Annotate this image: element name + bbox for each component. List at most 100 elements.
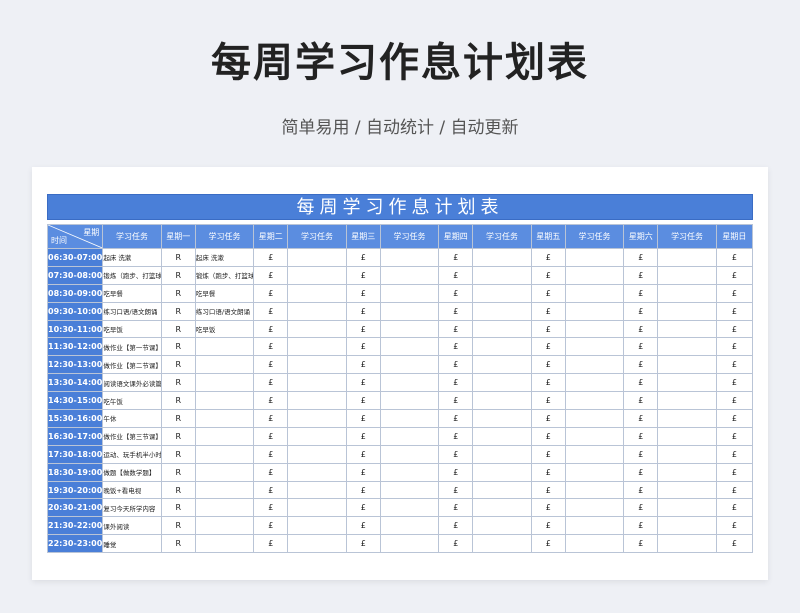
checkbox-mark-cell[interactable]: £ (623, 301, 659, 321)
checkbox-mark-cell[interactable]: £ (623, 265, 659, 285)
task-cell[interactable]: 吃早饭 (194, 319, 255, 339)
checkbox-mark-cell[interactable]: £ (715, 498, 754, 518)
checkbox-mark-cell[interactable]: £ (715, 355, 754, 375)
checkbox-mark-cell[interactable]: £ (715, 516, 754, 536)
task-cell[interactable] (472, 265, 532, 285)
task-cell[interactable] (472, 319, 532, 339)
checkbox-mark-cell[interactable]: £ (715, 283, 754, 303)
checkbox-mark-cell[interactable]: £ (715, 391, 754, 411)
checkbox-mark-cell[interactable]: £ (438, 319, 474, 339)
task-cell[interactable]: 做作业【第一节课】 (102, 337, 162, 357)
task-cell[interactable] (564, 462, 625, 482)
task-cell[interactable] (657, 355, 717, 375)
task-cell[interactable]: 做作业【第二节课】 (102, 355, 162, 375)
task-cell[interactable]: 做题【做数学题】 (102, 462, 162, 482)
task-cell[interactable]: 练习口语/语文朗诵 (102, 301, 162, 321)
task-cell[interactable]: 起床 洗漱 (194, 248, 255, 267)
task-cell[interactable] (657, 373, 717, 393)
task-cell[interactable] (472, 516, 532, 536)
checkbox-mark-cell[interactable]: £ (253, 426, 289, 446)
checkbox-mark-cell[interactable]: £ (715, 409, 754, 428)
task-cell[interactable] (379, 373, 440, 393)
task-cell[interactable] (379, 409, 440, 428)
task-cell[interactable] (287, 265, 347, 285)
checkbox-mark-cell[interactable]: £ (345, 248, 381, 267)
task-cell[interactable]: 运动、玩手机半小时 (102, 444, 162, 464)
checkbox-mark-cell[interactable]: £ (345, 462, 381, 482)
checkbox-mark-cell[interactable]: £ (438, 301, 474, 321)
task-cell[interactable] (564, 355, 625, 375)
task-cell[interactable]: 吃午饭 (102, 391, 162, 411)
checkbox-mark-cell[interactable]: £ (530, 337, 566, 357)
task-cell[interactable] (194, 534, 255, 554)
task-cell[interactable] (379, 498, 440, 518)
task-cell[interactable] (379, 516, 440, 536)
task-cell[interactable] (564, 301, 625, 321)
task-cell[interactable]: 吃早饭 (102, 319, 162, 339)
task-cell[interactable]: 练习口语/语文朗诵 (194, 301, 255, 321)
task-cell[interactable] (379, 248, 440, 267)
checkbox-mark-cell[interactable]: £ (715, 444, 754, 464)
task-cell[interactable] (657, 426, 717, 446)
checkbox-mark-cell[interactable]: £ (530, 480, 566, 500)
task-cell[interactable] (472, 444, 532, 464)
checkbox-mark-cell[interactable]: £ (530, 391, 566, 411)
task-cell[interactable]: 课外阅读 (102, 516, 162, 536)
task-cell[interactable] (657, 337, 717, 357)
checkbox-mark-cell[interactable]: £ (623, 319, 659, 339)
task-cell[interactable] (472, 337, 532, 357)
task-cell[interactable]: 阅读语文课外必读篇目 (102, 373, 162, 393)
task-cell[interactable] (564, 248, 625, 267)
checkbox-mark-cell[interactable]: £ (623, 534, 659, 554)
task-cell[interactable] (657, 462, 717, 482)
task-cell[interactable] (472, 462, 532, 482)
checkbox-mark-cell[interactable]: £ (623, 248, 659, 267)
checkbox-mark-cell[interactable]: R (160, 319, 196, 339)
task-cell[interactable] (287, 426, 347, 446)
task-cell[interactable] (657, 248, 717, 267)
task-cell[interactable] (472, 480, 532, 500)
checkbox-mark-cell[interactable]: £ (438, 534, 474, 554)
checkbox-mark-cell[interactable]: R (160, 301, 196, 321)
task-cell[interactable] (657, 319, 717, 339)
checkbox-mark-cell[interactable]: £ (438, 355, 474, 375)
task-cell[interactable] (657, 516, 717, 536)
checkbox-mark-cell[interactable]: £ (253, 301, 289, 321)
checkbox-mark-cell[interactable]: £ (345, 426, 381, 446)
checkbox-mark-cell[interactable]: £ (623, 355, 659, 375)
task-cell[interactable] (472, 373, 532, 393)
task-cell[interactable] (194, 426, 255, 446)
checkbox-mark-cell[interactable]: £ (253, 355, 289, 375)
checkbox-mark-cell[interactable]: £ (345, 409, 381, 428)
task-cell[interactable] (287, 534, 347, 554)
checkbox-mark-cell[interactable]: £ (345, 301, 381, 321)
checkbox-mark-cell[interactable]: £ (530, 409, 566, 428)
checkbox-mark-cell[interactable]: £ (345, 498, 381, 518)
checkbox-mark-cell[interactable]: £ (623, 480, 659, 500)
task-cell[interactable] (657, 265, 717, 285)
checkbox-mark-cell[interactable]: R (160, 265, 196, 285)
task-cell[interactable] (564, 480, 625, 500)
task-cell[interactable] (287, 498, 347, 518)
task-cell[interactable] (379, 319, 440, 339)
checkbox-mark-cell[interactable]: £ (253, 319, 289, 339)
task-cell[interactable] (379, 534, 440, 554)
checkbox-mark-cell[interactable]: £ (715, 426, 754, 446)
checkbox-mark-cell[interactable]: £ (530, 462, 566, 482)
task-cell[interactable] (379, 391, 440, 411)
task-cell[interactable] (194, 373, 255, 393)
task-cell[interactable] (657, 480, 717, 500)
checkbox-mark-cell[interactable]: £ (438, 283, 474, 303)
checkbox-mark-cell[interactable]: £ (438, 391, 474, 411)
task-cell[interactable] (287, 319, 347, 339)
checkbox-mark-cell[interactable]: £ (530, 319, 566, 339)
task-cell[interactable] (379, 337, 440, 357)
checkbox-mark-cell[interactable]: R (160, 444, 196, 464)
task-cell[interactable] (379, 462, 440, 482)
task-cell[interactable] (194, 391, 255, 411)
checkbox-mark-cell[interactable]: £ (623, 409, 659, 428)
checkbox-mark-cell[interactable]: R (160, 534, 196, 554)
checkbox-mark-cell[interactable]: £ (253, 283, 289, 303)
checkbox-mark-cell[interactable]: £ (438, 373, 474, 393)
checkbox-mark-cell[interactable]: £ (623, 444, 659, 464)
